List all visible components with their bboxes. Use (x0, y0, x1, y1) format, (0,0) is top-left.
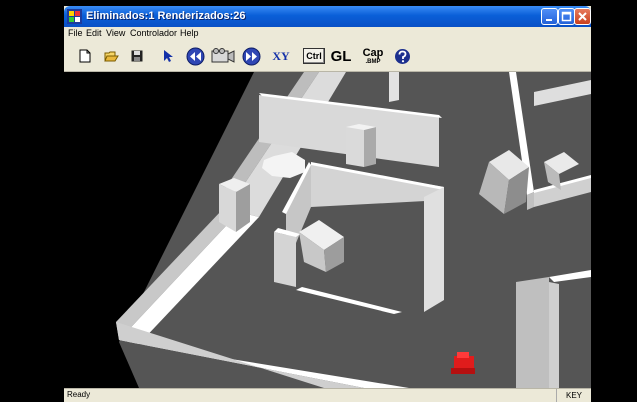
capture-format-label: .BMP (365, 58, 381, 65)
open-button[interactable] (102, 45, 120, 67)
save-disk-icon (131, 50, 143, 62)
context-help-icon (394, 48, 410, 64)
new-button[interactable] (76, 45, 94, 67)
pointer-button[interactable] (160, 45, 176, 67)
gl-button[interactable]: GL (329, 45, 353, 67)
ctrl-label: Ctrl (303, 48, 325, 64)
maximize-icon (561, 11, 572, 22)
ctrl-button[interactable]: Ctrl (303, 45, 325, 67)
box-side (364, 127, 376, 167)
render-viewport[interactable] (64, 72, 591, 388)
menu-edit[interactable]: Edit (86, 28, 102, 38)
rewind-icon (186, 47, 204, 65)
capture-label: Cap (362, 46, 384, 59)
br-wall-face2 (516, 277, 549, 388)
pillar-top (389, 72, 399, 102)
menu-controlador[interactable]: Controlador (130, 28, 177, 38)
menu-view[interactable]: View (106, 28, 125, 38)
fast-forward-button[interactable] (241, 45, 261, 67)
minimize-icon (546, 19, 552, 21)
toolbar: XY Ctrl GL Cap .BMP (64, 41, 591, 72)
capture-bmp-button[interactable]: Cap .BMP (360, 45, 386, 67)
right-wall-face (527, 192, 534, 210)
camera-button[interactable] (209, 45, 237, 67)
maximize-button[interactable] (558, 8, 575, 25)
app-window: Eliminados:1 Renderizados:26 File Edit V… (64, 6, 591, 402)
inner-room-right-face (424, 187, 444, 312)
inner-room-left-bottom-face (274, 232, 296, 287)
camera-icon (211, 48, 235, 63)
scene-canvas (116, 72, 591, 388)
window-title: Eliminados:1 Renderizados:26 (86, 10, 246, 22)
status-text: Ready (67, 390, 91, 399)
menu-bar: File Edit View Controlador Help (64, 27, 591, 41)
close-icon (578, 12, 587, 21)
app-icon (67, 9, 82, 24)
title-bar[interactable]: Eliminados:1 Renderizados:26 (64, 6, 591, 27)
arrow-pointer-icon (164, 50, 173, 62)
new-document-icon (79, 49, 91, 63)
rewind-button[interactable] (185, 45, 205, 67)
fast-forward-icon (242, 47, 260, 65)
status-key-indicator: KEY (556, 389, 591, 402)
xy-button[interactable]: XY (269, 45, 293, 67)
minimize-button[interactable] (541, 8, 558, 25)
save-button[interactable] (128, 45, 146, 67)
br-wall-face (549, 282, 559, 388)
menu-help[interactable]: Help (180, 28, 199, 38)
open-folder-icon (103, 51, 119, 62)
menu-file[interactable]: File (68, 28, 83, 38)
close-button[interactable] (574, 8, 591, 25)
box-front (346, 127, 364, 167)
context-help-button[interactable] (392, 45, 412, 67)
status-bar: Ready KEY (64, 388, 591, 402)
